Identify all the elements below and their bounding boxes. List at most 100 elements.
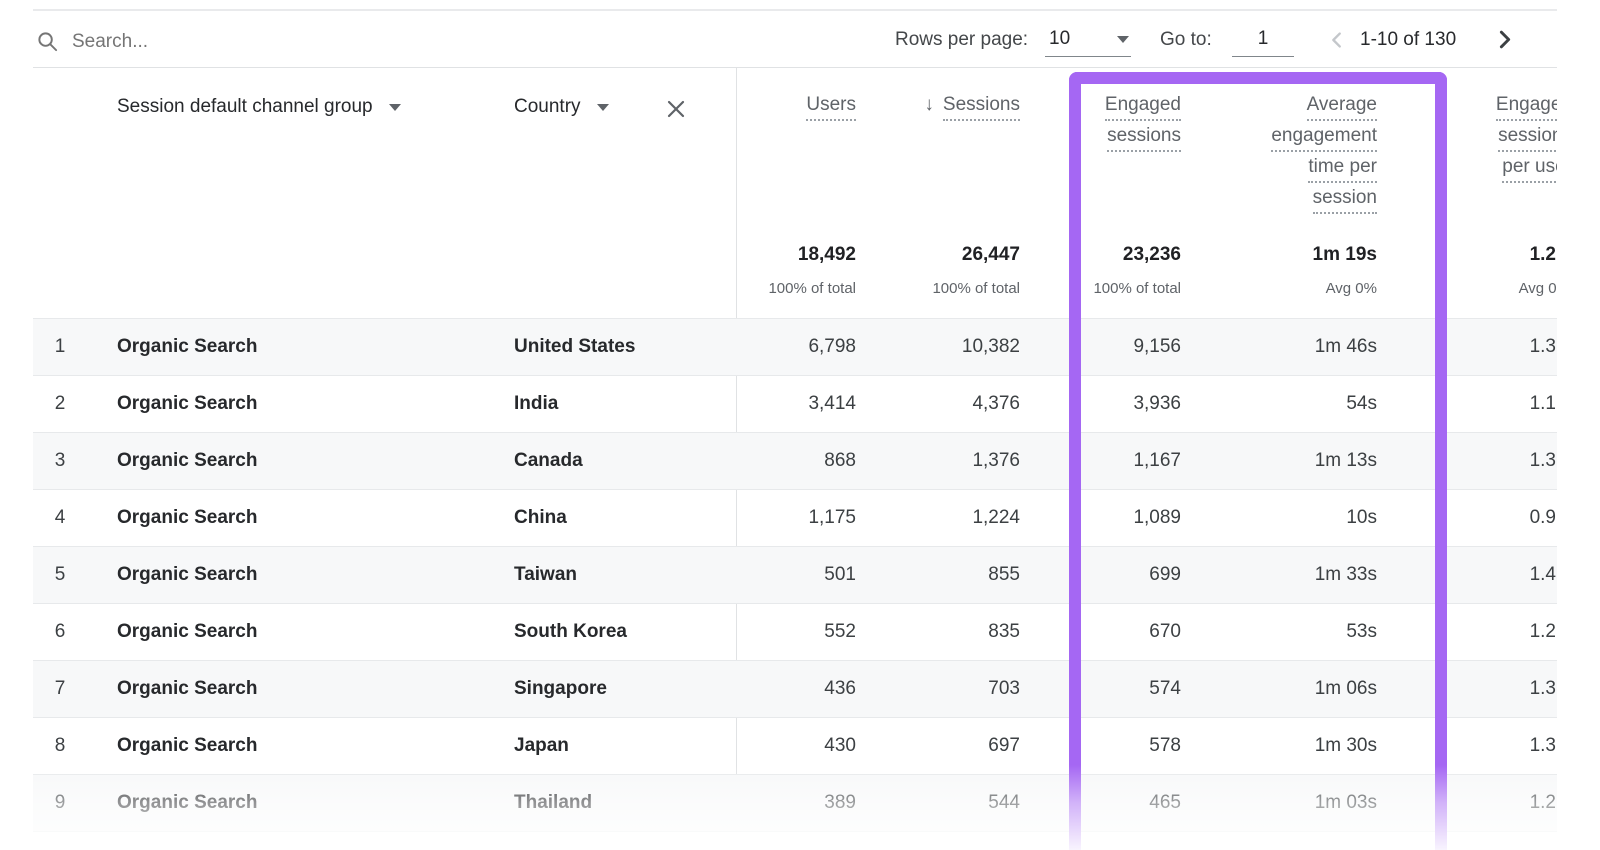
column-header-avg-engagement-time[interactable]: Average engagement time per session [1197, 93, 1377, 217]
total-engaged-sessions: 23,236 100% of total [1025, 244, 1181, 297]
table-row: 7 Organic Search Singapore 436 703 574 1… [33, 661, 1557, 718]
dimension-selector-channel-group[interactable]: Session default channel group [117, 96, 401, 118]
avg-engagement-time-cell: 1m 46s [1240, 319, 1377, 374]
country-cell: South Korea [514, 604, 627, 659]
users-cell: 1,175 [667, 490, 856, 545]
total-avg-engagement-time: 1m 19s Avg 0% [1221, 244, 1377, 297]
avg-engagement-time-cell: 1m 33s [1240, 547, 1377, 602]
sessions-cell: 697 [876, 718, 1020, 773]
dropdown-caret-icon [1117, 36, 1129, 43]
total-users: 18,492 100% of total [700, 244, 856, 297]
dimension-selector-country[interactable]: Country [514, 96, 609, 118]
users-cell: 552 [667, 604, 856, 659]
row-index: 8 [45, 718, 75, 773]
rows-per-page-select[interactable]: 10 [1045, 24, 1131, 57]
row-index: 5 [45, 547, 75, 602]
users-cell: 868 [667, 433, 856, 488]
previous-page-button[interactable] [1326, 29, 1348, 54]
engaged-sessions-per-user-cell: 1.2 [1419, 604, 1556, 659]
total-value: 1.2 [1400, 244, 1556, 266]
row-index: 3 [45, 433, 75, 488]
column-header-label: Engaged [1105, 93, 1181, 121]
row-index: 1 [45, 319, 75, 374]
column-header-label: sessions [1107, 124, 1181, 152]
table-row: 6 Organic Search South Korea 552 835 670… [33, 604, 1557, 661]
users-cell: 3,414 [667, 376, 856, 431]
go-to-label: Go to: [1160, 29, 1212, 51]
avg-engagement-time-cell: 53s [1240, 604, 1377, 659]
total-value: 23,236 [1025, 244, 1181, 266]
users-cell: 6,798 [667, 319, 856, 374]
users-cell: 430 [667, 718, 856, 773]
total-engaged-sessions-per-user: 1.2 Avg 0% [1400, 244, 1556, 297]
dropdown-caret-icon [389, 104, 401, 111]
total-value: 26,447 [864, 244, 1020, 266]
engaged-sessions-cell: 670 [1044, 604, 1181, 659]
table-row: 9 Organic Search Thailand 389 544 465 1m… [33, 775, 1557, 832]
remove-dimension-button[interactable] [663, 97, 689, 123]
column-header-label: sessions [1498, 124, 1557, 152]
next-page-button[interactable] [1492, 27, 1517, 55]
column-header-label: Average [1307, 93, 1377, 121]
engaged-sessions-per-user-cell: 1.3 [1419, 433, 1556, 488]
column-header-label: Sessions [943, 93, 1020, 121]
column-header-label: per user [1502, 155, 1557, 183]
sessions-cell: 835 [876, 604, 1020, 659]
channel-cell: Organic Search [117, 319, 257, 374]
sort-descending-icon: ↓ [924, 93, 934, 116]
total-sub-label: 100% of total [864, 280, 1020, 297]
country-cell: Canada [514, 433, 583, 488]
table-body: 1 Organic Search United States 6,798 10,… [33, 318, 1557, 832]
row-index: 9 [45, 775, 75, 830]
country-cell: Singapore [514, 661, 607, 716]
sessions-cell: 544 [876, 775, 1020, 830]
toolbar-divider [33, 67, 1557, 68]
country-cell: Japan [514, 718, 569, 773]
avg-engagement-time-cell: 1m 06s [1240, 661, 1377, 716]
table-row: 3 Organic Search Canada 868 1,376 1,167 … [33, 433, 1557, 490]
row-index: 2 [45, 376, 75, 431]
table-row: 5 Organic Search Taiwan 501 855 699 1m 3… [33, 547, 1557, 604]
table-row: 1 Organic Search United States 6,798 10,… [33, 319, 1557, 376]
dimension-label: Country [514, 96, 581, 118]
total-sessions: 26,447 100% of total [864, 244, 1020, 297]
top-divider [33, 9, 1557, 11]
country-cell: United States [514, 319, 635, 374]
analytics-table-screen: Rows per page: 10 Go to: 1-10 of 130 Ses… [0, 0, 1600, 850]
users-cell: 501 [667, 547, 856, 602]
sessions-cell: 1,224 [876, 490, 1020, 545]
pagination-range: 1-10 of 130 [1360, 29, 1456, 51]
table-row: 2 Organic Search India 3,414 4,376 3,936… [33, 376, 1557, 433]
channel-cell: Organic Search [117, 376, 257, 431]
total-sub-label: Avg 0% [1400, 280, 1557, 297]
total-value: 18,492 [700, 244, 856, 266]
engaged-sessions-cell: 574 [1044, 661, 1181, 716]
column-header-engaged-sessions[interactable]: Engaged sessions [1041, 93, 1181, 155]
dropdown-caret-icon [597, 104, 609, 111]
avg-engagement-time-cell: 1m 30s [1240, 718, 1377, 773]
total-sub-label: 100% of total [1025, 280, 1181, 297]
column-header-engaged-sessions-per-user[interactable]: Engaged sessions per user [1440, 93, 1557, 186]
go-to-page-input[interactable] [1232, 22, 1294, 57]
total-sub-label: Avg 0% [1221, 280, 1377, 297]
column-header-label: session [1313, 186, 1377, 214]
sessions-cell: 10,382 [876, 319, 1020, 374]
column-header-users[interactable]: Users [700, 93, 856, 124]
engaged-sessions-per-user-cell: 1.2 [1419, 775, 1556, 830]
rows-per-page-label: Rows per page: [895, 29, 1028, 51]
channel-cell: Organic Search [117, 661, 257, 716]
sessions-cell: 855 [876, 547, 1020, 602]
avg-engagement-time-cell: 10s [1240, 490, 1377, 545]
row-index: 6 [45, 604, 75, 659]
channel-cell: Organic Search [117, 604, 257, 659]
column-header-sessions[interactable]: ↓ Sessions [846, 93, 1020, 121]
engaged-sessions-per-user-cell: 1.3 [1419, 661, 1556, 716]
engaged-sessions-cell: 465 [1044, 775, 1181, 830]
row-index: 4 [45, 490, 75, 545]
content-area: Rows per page: 10 Go to: 1-10 of 130 Ses… [0, 0, 1557, 850]
engaged-sessions-cell: 1,089 [1044, 490, 1181, 545]
search-icon [36, 30, 59, 58]
search-input[interactable] [70, 20, 494, 64]
engaged-sessions-cell: 699 [1044, 547, 1181, 602]
column-header-label: engagement [1271, 124, 1377, 152]
